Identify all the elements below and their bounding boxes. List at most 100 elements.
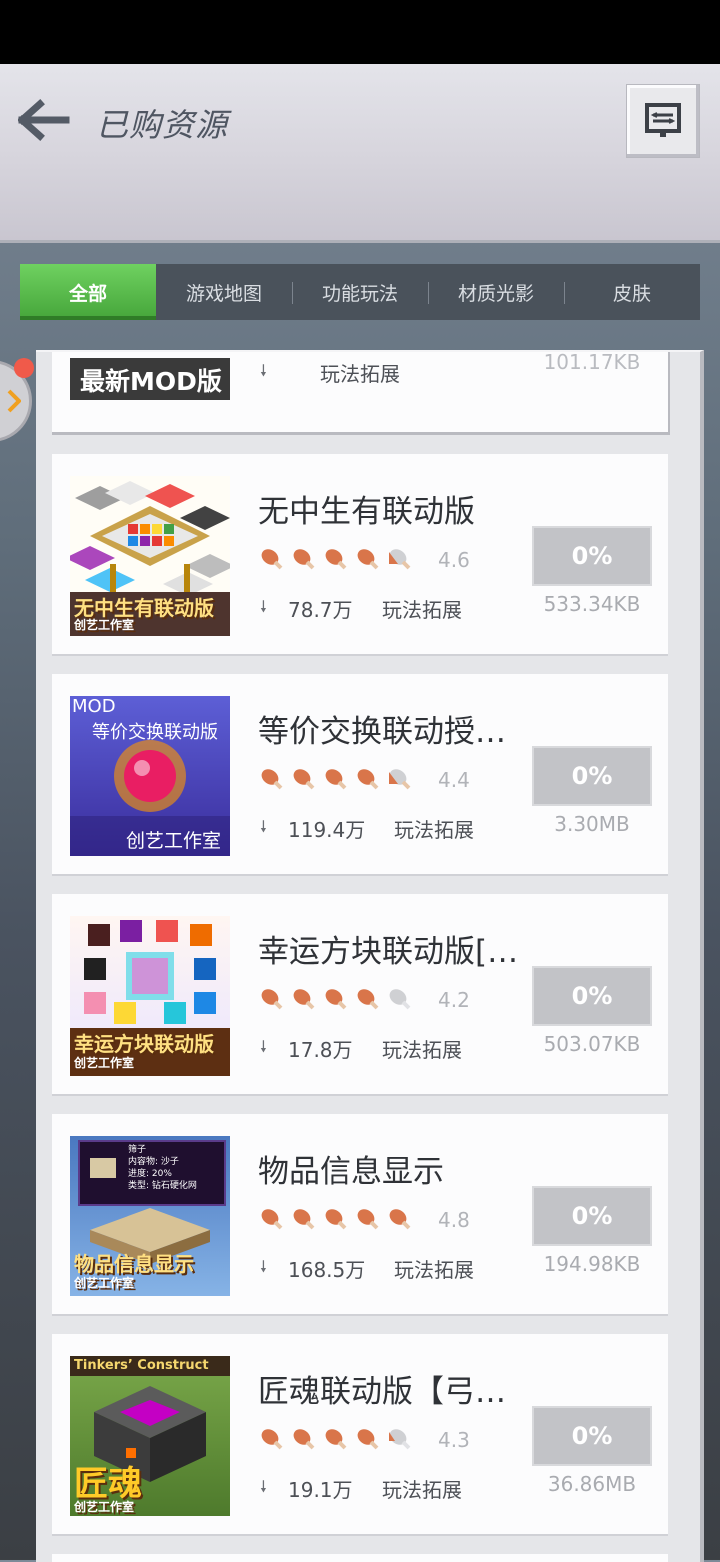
- thumb-studio: 创艺工作室: [126, 830, 222, 852]
- item-thumbnail: 筛子 内容物: 沙子 进度: 20% 类型: 钻石硬化网 物品信息显示 创艺工作室: [70, 1136, 230, 1296]
- drumstick-half-icon: [389, 549, 411, 570]
- arrow-left-icon: [17, 99, 70, 141]
- drumstick-icon: [293, 1209, 315, 1230]
- manage-button[interactable]: [626, 84, 700, 158]
- drumstick-icon: [325, 1209, 347, 1230]
- download-arrow-icon: 🠗: [260, 1257, 267, 1276]
- item-title: 幸运方块联动版[…: [258, 934, 519, 970]
- list-item[interactable]: MOD 等价交换联动版 创艺工作室 等价交换联动授… 4.4 🠗 119.4万 …: [52, 674, 668, 874]
- item-category: 玩法拓展: [382, 598, 462, 622]
- item-category: 玩法拓展: [394, 1258, 474, 1282]
- item-category: 玩法拓展: [320, 362, 400, 386]
- back-button[interactable]: [17, 98, 70, 142]
- notification-dot: [14, 358, 34, 378]
- category-tabs: 全部 游戏地图 功能玩法 材质光影 皮肤: [20, 264, 700, 320]
- rating-icons: [258, 766, 412, 792]
- tab-game-maps[interactable]: 游戏地图: [156, 264, 292, 320]
- drumstick-icon: [261, 769, 283, 790]
- drumstick-icon: [293, 989, 315, 1010]
- drumstick-icon: [325, 1429, 347, 1450]
- download-arrow-icon: 🠗: [260, 1037, 267, 1056]
- item-thumbnail: MOD 等价交换联动版 创艺工作室: [70, 696, 230, 856]
- item-rating: 4.4: [438, 768, 470, 792]
- drumstick-half-icon: [389, 1429, 411, 1450]
- thumb-studio: 创艺工作室: [74, 1056, 135, 1070]
- thumb-tag: MOD: [72, 696, 116, 717]
- drumstick-icon: [357, 1209, 379, 1230]
- drumstick-icon: [389, 1209, 411, 1230]
- drumstick-icon: [357, 1429, 379, 1450]
- item-size: 101.17KB: [543, 350, 641, 374]
- resource-list[interactable]: 最新MOD版 🠗 玩法拓展 101.17KB 无中生有联动版 创艺工作室 无中生…: [36, 350, 704, 1562]
- drumstick-icon: [293, 1429, 315, 1450]
- list-item[interactable]: 最新MOD版 🠗 玩法拓展 101.17KB: [52, 350, 670, 432]
- item-category: 玩法拓展: [394, 818, 474, 842]
- thumb-studio: 创艺工作室: [74, 618, 135, 632]
- item-thumbnail: 最新MOD版: [70, 358, 230, 400]
- tab-textures[interactable]: 材质光影: [428, 264, 564, 320]
- thumb-caption: 物品信息显示: [74, 1252, 194, 1276]
- item-size: 36.86MB: [547, 1472, 637, 1496]
- item-category: 玩法拓展: [382, 1038, 462, 1062]
- drumstick-icon: [357, 989, 379, 1010]
- item-thumbnail: 无中生有联动版 创艺工作室: [70, 476, 230, 636]
- item-rating: 4.6: [438, 548, 470, 572]
- manage-icon: [645, 103, 681, 137]
- item-rating: 4.2: [438, 988, 470, 1012]
- download-progress-button[interactable]: 0%: [532, 1186, 652, 1246]
- header: [0, 64, 720, 243]
- list-item[interactable]: Tinkers’ Construct 匠魂 创艺工作室 匠魂联动版【弓… 4.3…: [52, 1334, 668, 1534]
- download-progress-button[interactable]: 0%: [532, 1406, 652, 1466]
- item-downloads: 19.1万: [288, 1478, 353, 1502]
- status-bar: [0, 0, 720, 64]
- item-rating: 4.8: [438, 1208, 470, 1232]
- item-downloads: 78.7万: [288, 598, 353, 622]
- drumstick-icon: [261, 1209, 283, 1230]
- rating-icons: [258, 1426, 412, 1452]
- thumb-caption: 幸运方块联动版: [74, 1032, 214, 1056]
- rating-icons: [258, 546, 412, 572]
- item-downloads: 168.5万: [288, 1258, 366, 1282]
- next-card-edge: [52, 1554, 668, 1562]
- drumstick-icon: [325, 989, 347, 1010]
- download-arrow-icon: 🠗: [260, 1477, 267, 1496]
- drumstick-icon: [357, 769, 379, 790]
- drumstick-empty-icon: [389, 989, 411, 1010]
- tab-gameplay[interactable]: 功能玩法: [292, 264, 428, 320]
- drumstick-icon: [293, 769, 315, 790]
- item-downloads: 17.8万: [288, 1038, 353, 1062]
- list-item[interactable]: 筛子 内容物: 沙子 进度: 20% 类型: 钻石硬化网 物品信息显示 创艺工作室 …: [52, 1114, 668, 1314]
- thumb-caption: 等价交换联动版: [92, 722, 218, 743]
- tab-skins[interactable]: 皮肤: [564, 264, 700, 320]
- download-progress-button[interactable]: 0%: [532, 526, 652, 586]
- drumstick-icon: [325, 769, 347, 790]
- item-downloads: 119.4万: [288, 818, 366, 842]
- item-title: 等价交换联动授…: [258, 714, 506, 750]
- page-title: 已购资源: [96, 106, 229, 144]
- drumstick-icon: [261, 549, 283, 570]
- thumb-badge: 最新MOD版: [80, 367, 222, 396]
- item-category: 玩法拓展: [382, 1478, 462, 1502]
- chevron-right-icon: [7, 389, 21, 413]
- list-item[interactable]: 无中生有联动版 创艺工作室 无中生有联动版 4.6 🠗 78.7万 玩法拓展 0…: [52, 454, 668, 654]
- drumstick-icon: [261, 1429, 283, 1450]
- item-size: 3.30MB: [554, 812, 630, 836]
- thumb-studio: 创艺工作室: [74, 1276, 135, 1290]
- item-title: 无中生有联动版: [258, 494, 475, 530]
- download-arrow-icon: 🠗: [260, 597, 267, 616]
- download-progress-button[interactable]: 0%: [532, 746, 652, 806]
- thumb-studio: 创艺工作室: [74, 1500, 135, 1514]
- tab-all[interactable]: 全部: [20, 264, 156, 320]
- download-progress-button[interactable]: 0%: [532, 966, 652, 1026]
- rating-icons: [258, 1206, 412, 1232]
- download-arrow-icon: 🠗: [260, 817, 267, 836]
- item-title: 物品信息显示: [258, 1154, 444, 1190]
- drumstick-icon: [357, 549, 379, 570]
- item-size: 503.07KB: [543, 1032, 641, 1056]
- item-thumbnail: Tinkers’ Construct 匠魂 创艺工作室: [70, 1356, 230, 1516]
- list-item[interactable]: 幸运方块联动版 创艺工作室 幸运方块联动版[… 4.2 🠗 17.8万 玩法拓展…: [52, 894, 668, 1094]
- drumstick-icon: [261, 989, 283, 1010]
- item-size: 533.34KB: [543, 592, 641, 616]
- item-size: 194.98KB: [543, 1252, 641, 1276]
- item-thumbnail: 幸运方块联动版 创艺工作室: [70, 916, 230, 1076]
